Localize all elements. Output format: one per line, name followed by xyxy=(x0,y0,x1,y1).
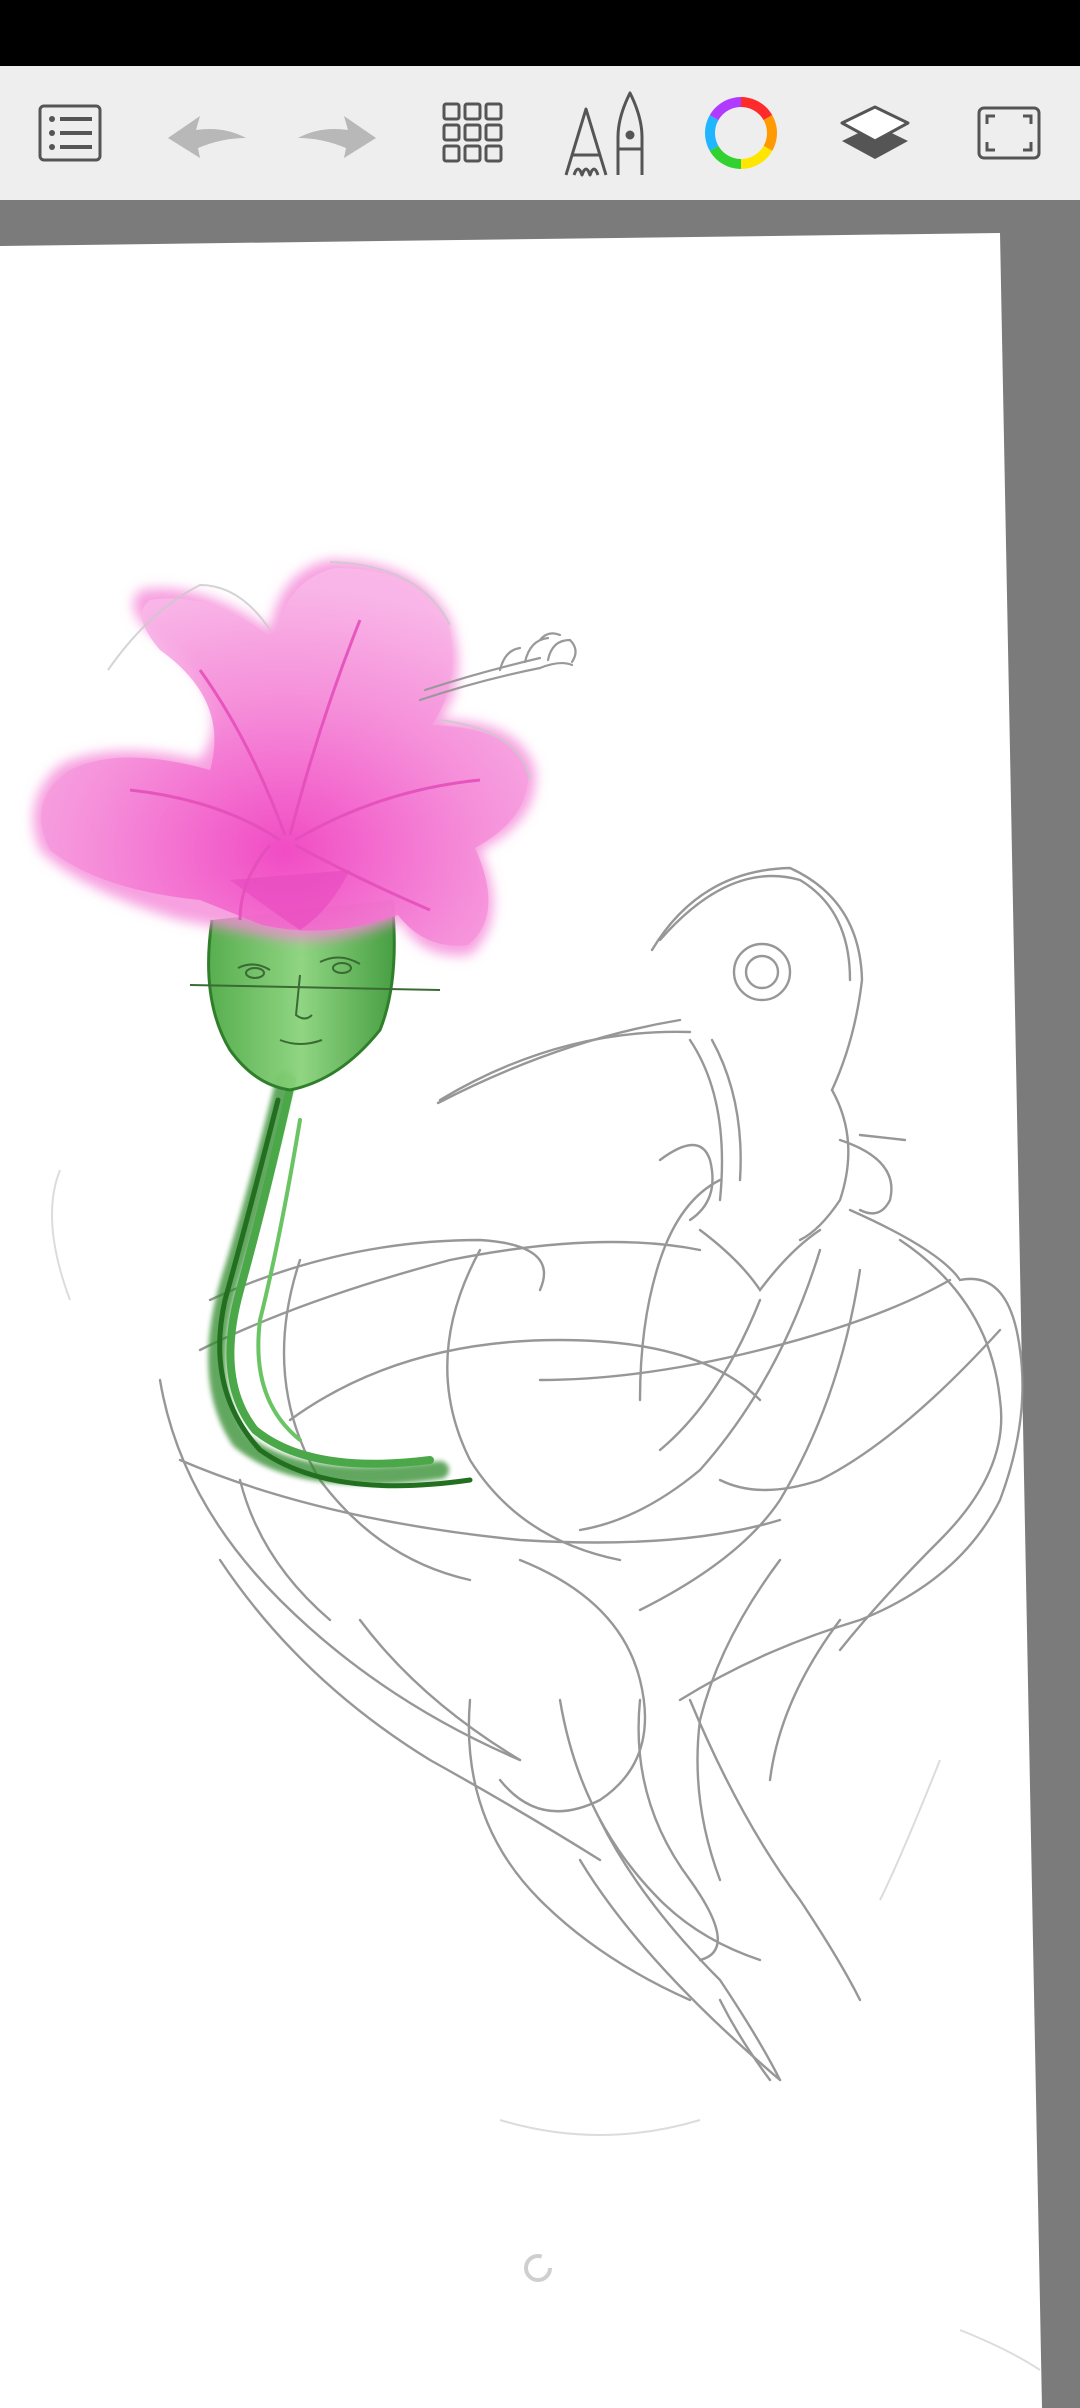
canvas-area[interactable] xyxy=(0,200,1080,2408)
layers-button[interactable] xyxy=(808,66,942,200)
brush-library-button[interactable] xyxy=(406,66,540,200)
status-bar xyxy=(0,0,1080,66)
paper-sheet xyxy=(0,233,1042,2408)
undo-button[interactable] xyxy=(138,66,272,200)
drawing-canvas[interactable] xyxy=(0,200,1080,2408)
menu-button[interactable] xyxy=(3,66,137,200)
sketch-app xyxy=(0,0,1080,2408)
redo-arrow-icon xyxy=(298,116,376,158)
fullscreen-corners-icon xyxy=(977,106,1041,160)
undo-arrow-icon xyxy=(168,116,246,158)
grid-icon xyxy=(442,102,503,163)
layers-icon xyxy=(840,105,910,159)
color-wheel-icon xyxy=(705,97,777,169)
list-icon xyxy=(38,104,102,162)
color-button[interactable] xyxy=(674,66,808,200)
pencil-pen-icon xyxy=(564,91,644,177)
fullscreen-button[interactable] xyxy=(942,66,1076,200)
redo-button[interactable] xyxy=(272,66,406,200)
brushes-button[interactable] xyxy=(540,66,674,200)
toolbar xyxy=(0,66,1080,201)
